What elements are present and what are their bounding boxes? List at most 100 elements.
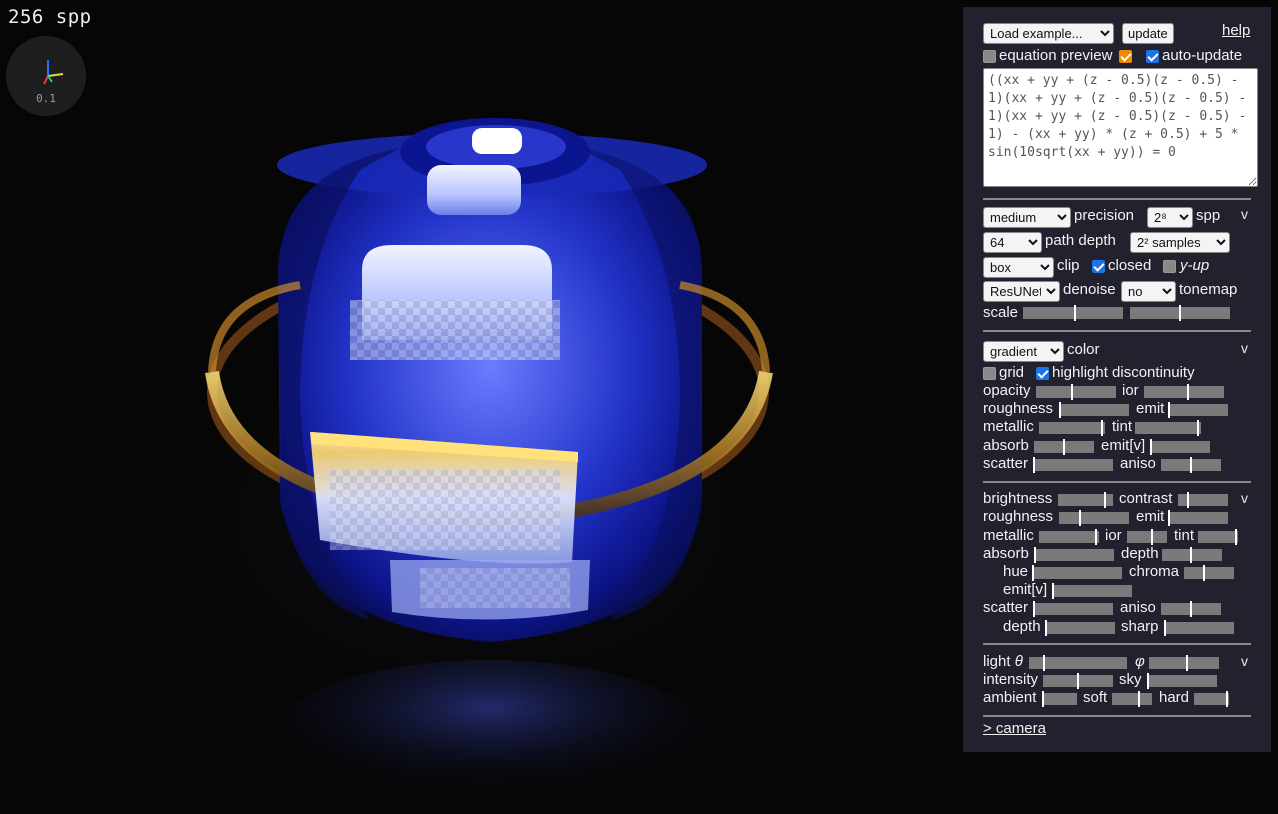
slider-thumb[interactable] — [1147, 673, 1149, 689]
equation-input[interactable]: ((xx + yy + (z - 0.5)(z - 0.5) - 1)(xx +… — [983, 68, 1258, 187]
slider-thumb[interactable] — [1190, 457, 1192, 473]
slider-thumb[interactable] — [1226, 691, 1228, 707]
chroma-slider[interactable] — [1184, 565, 1234, 581]
absorb2-label: absorb — [983, 545, 1029, 562]
tonemap-select[interactable]: no — [1121, 281, 1176, 302]
aniso2-slider[interactable] — [1161, 601, 1221, 617]
slider-thumb[interactable] — [1203, 565, 1205, 581]
slider-thumb[interactable] — [1034, 547, 1036, 563]
slider-thumb[interactable] — [1033, 601, 1035, 617]
opacity-slider[interactable] — [1036, 384, 1116, 400]
intensity-slider[interactable] — [1043, 673, 1113, 689]
tonemap-label: tonemap — [1179, 281, 1238, 298]
soft-slider[interactable] — [1112, 691, 1152, 707]
absorb2-slider[interactable] — [1034, 547, 1114, 563]
slider-thumb[interactable] — [1186, 655, 1188, 671]
material2-collapse[interactable]: v — [1241, 490, 1248, 506]
denoise-select[interactable]: ResUNet — [983, 281, 1060, 302]
slider-thumb[interactable] — [1190, 601, 1192, 617]
tint-slider[interactable] — [1135, 420, 1201, 436]
slider-thumb[interactable] — [1104, 492, 1106, 508]
material-collapse[interactable]: v — [1241, 340, 1248, 356]
precision-select[interactable]: medium — [983, 207, 1071, 228]
preview-color-toggle[interactable] — [1119, 50, 1132, 63]
axis-gizmo[interactable]: 0.1 — [6, 36, 86, 116]
slider-thumb[interactable] — [1101, 420, 1103, 436]
slider-thumb[interactable] — [1168, 510, 1170, 526]
slider-thumb[interactable] — [1033, 457, 1035, 473]
slider-thumb[interactable] — [1187, 492, 1189, 508]
absorb-slider[interactable] — [1034, 439, 1094, 455]
slider-thumb[interactable] — [1138, 691, 1140, 707]
path-depth-select[interactable]: 64 — [983, 232, 1042, 253]
emit2-slider[interactable] — [1168, 510, 1228, 526]
equation-preview-checkbox[interactable] — [983, 50, 996, 63]
slider-thumb[interactable] — [1197, 420, 1199, 436]
y-up-checkbox[interactable] — [1163, 260, 1176, 273]
slider-thumb[interactable] — [1043, 655, 1045, 671]
emit-slider[interactable] — [1168, 402, 1228, 418]
slider-thumb[interactable] — [1063, 439, 1065, 455]
ior-slider[interactable] — [1144, 384, 1224, 400]
emit-v2-slider[interactable] — [1052, 583, 1132, 599]
slider-thumb[interactable] — [1042, 691, 1044, 707]
slider-thumb[interactable] — [1179, 305, 1181, 321]
color-mode-select[interactable]: gradient — [983, 341, 1064, 362]
highlight-discontinuity-checkbox[interactable] — [1036, 367, 1049, 380]
ior2-slider[interactable] — [1127, 529, 1167, 545]
slider-thumb[interactable] — [1074, 305, 1076, 321]
phi-slider[interactable] — [1149, 655, 1219, 671]
slider-thumb[interactable] — [1052, 583, 1054, 599]
metallic-slider[interactable] — [1039, 420, 1105, 436]
slider-thumb[interactable] — [1150, 439, 1152, 455]
sharp-slider[interactable] — [1164, 620, 1234, 636]
slider-thumb[interactable] — [1045, 620, 1047, 636]
aniso-slider[interactable] — [1161, 457, 1221, 473]
auto-update-checkbox[interactable] — [1146, 50, 1159, 63]
roughness-slider[interactable] — [1059, 402, 1129, 418]
grid-checkbox[interactable] — [983, 367, 996, 380]
slider-thumb[interactable] — [1032, 565, 1034, 581]
depth-slider[interactable] — [1162, 547, 1222, 563]
load-example-select[interactable]: Load example... — [983, 23, 1114, 44]
scale-slider-a[interactable] — [1023, 305, 1123, 321]
slider-thumb[interactable] — [1151, 529, 1153, 545]
clip-select[interactable]: box — [983, 257, 1054, 278]
samples-select[interactable]: 2² samples — [1130, 232, 1230, 253]
contrast-slider[interactable] — [1178, 492, 1228, 508]
sky-slider[interactable] — [1147, 673, 1217, 689]
tint2-slider[interactable] — [1198, 529, 1238, 545]
ambient-slider[interactable] — [1042, 691, 1077, 707]
hard-slider[interactable] — [1194, 691, 1229, 707]
scale-slider-b[interactable] — [1130, 305, 1230, 321]
scatter-slider[interactable] — [1033, 457, 1113, 473]
slider-thumb[interactable] — [1235, 529, 1237, 545]
slider-thumb[interactable] — [1164, 620, 1166, 636]
closed-checkbox[interactable] — [1092, 260, 1105, 273]
slider-thumb[interactable] — [1095, 529, 1097, 545]
depth2-slider[interactable] — [1045, 620, 1115, 636]
slider-thumb[interactable] — [1059, 402, 1061, 418]
roughness2-slider[interactable] — [1059, 510, 1129, 526]
camera-section-link[interactable]: > camera — [983, 720, 1046, 737]
brightness-slider[interactable] — [1058, 492, 1113, 508]
render-settings-collapse[interactable]: v — [1241, 206, 1248, 222]
spp-select[interactable]: 2⁸ — [1147, 207, 1193, 228]
phi-symbol: φ — [1135, 653, 1145, 670]
slider-thumb[interactable] — [1168, 402, 1170, 418]
metallic2-slider[interactable] — [1039, 529, 1099, 545]
slider-thumb[interactable] — [1077, 673, 1079, 689]
help-link[interactable]: help — [1222, 22, 1250, 39]
lighting-collapse[interactable]: v — [1241, 653, 1248, 669]
slider-thumb[interactable] — [1079, 510, 1081, 526]
emit-v-label: emit[v] — [1101, 437, 1146, 454]
emit-v-slider[interactable] — [1150, 439, 1210, 455]
slider-thumb[interactable] — [1071, 384, 1073, 400]
hue-slider[interactable] — [1032, 565, 1122, 581]
depth2-label: depth — [1003, 618, 1041, 635]
update-button[interactable]: update — [1122, 23, 1174, 44]
slider-thumb[interactable] — [1190, 547, 1192, 563]
slider-thumb[interactable] — [1187, 384, 1189, 400]
scatter2-slider[interactable] — [1033, 601, 1113, 617]
theta-slider[interactable] — [1029, 655, 1127, 671]
